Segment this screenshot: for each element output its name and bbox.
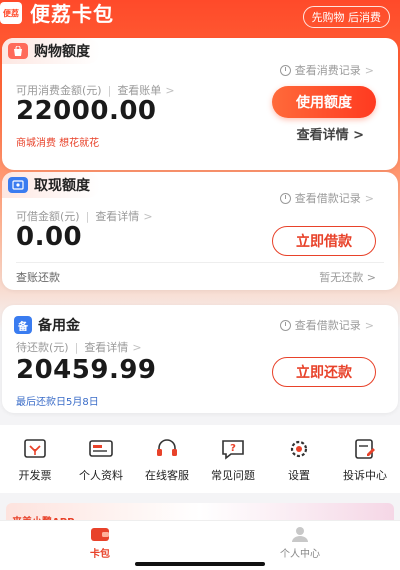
view-details-link[interactable]: 查看详情 >	[297, 124, 364, 143]
separator: |	[107, 83, 112, 97]
app-title: 便荔卡包	[30, 2, 114, 26]
check-repay-label[interactable]: 查账还款	[16, 269, 60, 285]
invoice-icon	[24, 439, 46, 458]
slogan-badge[interactable]: 先购物 后消费	[302, 6, 390, 28]
pending-repay-amount: 20459.99	[16, 355, 157, 385]
shortcut-invoice[interactable]: 开发票	[2, 425, 68, 493]
view-details-link[interactable]: 查看详情	[84, 339, 128, 355]
shortcut-complaint[interactable]: 投诉中心	[332, 425, 398, 493]
shortcut-label: 投诉中心	[343, 469, 387, 482]
svg-text:?: ?	[230, 443, 236, 454]
repayment-row[interactable]: 查账还款 暂无还款 >	[2, 269, 398, 285]
shortcut-label: 在线客服	[145, 469, 189, 482]
clock-icon	[279, 319, 291, 331]
reserve-fund-header: 备 备用金	[14, 315, 80, 335]
last-repay-date: 最后还款日5月8日	[16, 397, 99, 408]
app-logo: 便荔	[0, 2, 22, 24]
no-repayment-status[interactable]: 暂无还款 >	[319, 269, 384, 285]
home-indicator	[135, 562, 265, 566]
loan-record-label: 查看借款记录	[294, 319, 361, 332]
loan-record-link[interactable]: 查看借款记录 >	[279, 317, 374, 333]
pending-repay-label: 待还款(元)	[16, 341, 69, 354]
clock-icon	[279, 192, 291, 204]
consumption-record-label: 查看消费记录	[294, 64, 361, 77]
pending-repay-row: 待还款(元) | 查看详情 >	[16, 339, 142, 355]
headset-icon	[157, 439, 177, 456]
shortcut-label: 个人资料	[79, 469, 123, 482]
separator: |	[74, 340, 79, 354]
shopping-credit-card: 购物额度 查看消费记录 > 可用消费金额(元) | 查看账单 > 22000.0…	[2, 38, 398, 170]
gear-icon	[290, 440, 308, 458]
question-icon: ?	[222, 440, 244, 460]
separator: |	[85, 209, 90, 223]
chevron-right-icon: >	[364, 318, 374, 332]
shortcut-settings[interactable]: 设置	[266, 425, 332, 493]
shortcut-profile[interactable]: 个人资料	[68, 425, 134, 493]
chevron-right-icon: >	[143, 209, 153, 223]
use-credit-button[interactable]: 使用额度	[272, 86, 376, 118]
shortcut-label: 开发票	[18, 469, 52, 482]
cash-credit-title: 取现额度	[34, 178, 90, 194]
chevron-right-icon: >	[364, 191, 374, 205]
tab-wallet-label: 卡包	[90, 549, 110, 560]
tab-personal-center-label: 个人中心	[280, 549, 320, 560]
complaint-icon	[355, 439, 375, 459]
id-card-icon	[89, 440, 113, 457]
repay-now-button[interactable]: 立即还款	[272, 357, 376, 387]
shopping-bag-icon	[8, 43, 28, 59]
divider	[16, 262, 384, 263]
cash-icon	[8, 177, 28, 193]
available-amount: 22000.00	[16, 96, 157, 126]
chevron-right-icon: >	[165, 83, 175, 97]
chevron-right-icon: >	[364, 63, 374, 77]
app-header: 便荔 便荔卡包 先购物 后消费	[0, 0, 400, 30]
shortcut-label: 常见问题	[211, 469, 255, 482]
reserve-fund-card: 备 备用金 查看借款记录 > 待还款(元) | 查看详情 > 20459.99 …	[2, 305, 398, 413]
shortcut-faq[interactable]: ? 常见问题	[200, 425, 266, 493]
borrowable-amount: 0.00	[16, 222, 83, 252]
promo-text: 商城消费 想花就花	[16, 138, 100, 149]
clock-icon	[279, 64, 291, 76]
loan-record-link[interactable]: 查看借款记录 >	[279, 190, 374, 206]
cash-credit-card: 取现额度 查看借款记录 > 可借金额(元) | 查看详情 > 0.00 立即借款…	[2, 172, 398, 290]
reserve-fund-title: 备用金	[38, 318, 80, 334]
consumption-record-link[interactable]: 查看消费记录 >	[279, 62, 374, 78]
chevron-right-icon: >	[132, 340, 142, 354]
shortcut-label: 设置	[288, 469, 310, 482]
view-details-link[interactable]: 查看详情	[95, 208, 139, 224]
shortcut-grid: 开发票 个人资料 在线客服 ? 常见问题 设置 投诉中心	[0, 425, 400, 493]
cash-credit-tab: 取现额度	[2, 172, 100, 198]
user-icon	[292, 527, 308, 542]
reserve-fund-icon: 备	[14, 316, 32, 334]
chevron-right-icon: >	[366, 271, 376, 284]
borrow-now-button[interactable]: 立即借款	[272, 226, 376, 256]
loan-record-label: 查看借款记录	[294, 192, 361, 205]
shortcut-customer-service[interactable]: 在线客服	[134, 425, 200, 493]
shopping-credit-title: 购物额度	[34, 44, 90, 60]
shopping-credit-tab: 购物额度	[2, 38, 100, 64]
wallet-icon	[91, 528, 109, 541]
